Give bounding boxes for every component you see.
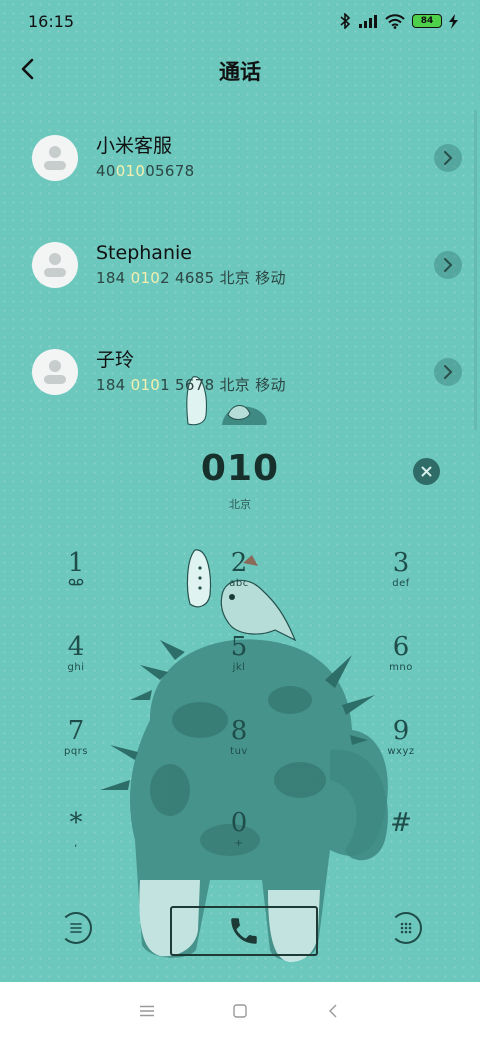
key-hash[interactable]: # <box>356 808 446 874</box>
number-match: 010 <box>130 375 161 394</box>
avatar <box>32 348 78 395</box>
key-letters: wxyz <box>387 746 415 757</box>
number-suffix: 1 5678 北京 移动 <box>160 375 286 394</box>
number-prefix: 184 <box>96 268 131 287</box>
key-digit: 1 <box>67 548 85 578</box>
home-square-icon <box>233 1004 247 1018</box>
menu-icon <box>70 923 82 933</box>
key-digit: 0 <box>230 808 248 838</box>
status-bar: 16:15 84 <box>0 0 480 42</box>
close-icon <box>421 466 432 477</box>
status-icons: 84 <box>339 13 458 29</box>
contact-detail-button[interactable] <box>434 144 462 172</box>
status-time: 16:15 <box>28 11 75 31</box>
key-digit: 7 <box>67 716 85 746</box>
key-letters: jkl <box>232 662 246 673</box>
key-digit: # <box>390 808 412 838</box>
person-icon <box>44 252 66 277</box>
chevron-right-icon <box>444 151 453 165</box>
key-digit: 6 <box>392 632 410 662</box>
menu-button[interactable] <box>60 912 92 944</box>
key-digit: 8 <box>230 716 248 746</box>
key-letters: def <box>392 578 410 589</box>
page-title: 通话 <box>219 60 261 84</box>
charging-icon <box>449 13 458 29</box>
key-digit: * <box>69 808 83 838</box>
person-icon <box>44 359 66 384</box>
navigation-bar <box>0 982 480 1040</box>
wifi-icon <box>385 13 405 29</box>
number-suffix: 2 4685 北京 移动 <box>160 268 286 287</box>
battery-icon: 84 <box>412 14 442 28</box>
person-icon <box>44 145 66 170</box>
number-location: 北京 <box>229 498 251 511</box>
key-digit: 3 <box>392 548 410 578</box>
key-9[interactable]: 9 wxyz <box>356 716 446 782</box>
number-prefix: 40 <box>96 161 116 180</box>
back-button[interactable] <box>12 54 42 84</box>
dialed-number: 010 <box>200 448 280 489</box>
key-letters: mno <box>389 662 413 673</box>
key-letters: + <box>234 838 244 849</box>
header: 通话 <box>0 44 480 98</box>
key-letters: ghi <box>67 662 85 673</box>
chevron-left-icon <box>21 58 34 80</box>
key-7[interactable]: 7 pqrs <box>31 716 121 782</box>
contact-name: Stephanie <box>96 241 192 264</box>
key-0[interactable]: 0 + <box>194 808 284 874</box>
key-2[interactable]: 2 abc <box>194 548 284 614</box>
contact-item[interactable]: Stephanie 184 0102 4685 北京 移动 <box>0 211 480 318</box>
contact-item[interactable]: 子玲 184 0101 5678 北京 移动 <box>0 318 480 425</box>
contact-number: 184 0102 4685 北京 移动 <box>96 266 286 290</box>
call-button[interactable] <box>170 906 318 956</box>
key-5[interactable]: 5 jkl <box>194 632 284 698</box>
contact-number: 184 0101 5678 北京 移动 <box>96 373 286 397</box>
number-match: 010 <box>130 268 161 287</box>
number-prefix: 184 <box>96 375 131 394</box>
bluetooth-icon <box>340 13 351 29</box>
back-triangle-icon <box>329 1004 337 1018</box>
avatar <box>32 134 78 181</box>
avatar <box>32 241 78 288</box>
nav-back-button[interactable] <box>318 996 348 1026</box>
key-4[interactable]: 4 ghi <box>31 632 121 698</box>
key-letters: , <box>74 838 78 849</box>
contact-detail-button[interactable] <box>434 251 462 279</box>
key-3[interactable]: 3 def <box>356 548 446 614</box>
signal-icon <box>359 15 377 28</box>
contact-list: 小米客服 4001005678 Stephanie 184 0102 4685 … <box>0 104 480 425</box>
nav-home-button[interactable] <box>225 996 255 1026</box>
chevron-right-icon <box>444 365 453 379</box>
key-6[interactable]: 6 mno <box>356 632 446 698</box>
number-match: 010 <box>115 161 146 180</box>
phone-icon <box>231 918 257 944</box>
contact-name: 子玲 <box>96 348 135 371</box>
key-star[interactable]: * , <box>31 808 121 874</box>
hamburger-icon <box>139 1005 154 1017</box>
key-digit: 4 <box>67 632 85 662</box>
nav-menu-button[interactable] <box>132 996 162 1026</box>
voicemail-icon <box>68 578 84 586</box>
key-digit: 9 <box>392 716 410 746</box>
key-letters: abc <box>229 578 249 589</box>
contact-name: 小米客服 <box>96 134 173 157</box>
dialpad-toggle-button[interactable] <box>390 912 422 944</box>
dialpad-icon <box>400 922 412 934</box>
number-suffix: 05678 <box>145 161 195 180</box>
contact-number: 4001005678 <box>96 159 194 183</box>
battery-level: 84 <box>420 15 434 26</box>
contact-detail-button[interactable] <box>434 358 462 386</box>
delete-button[interactable] <box>413 458 440 485</box>
chevron-right-icon <box>444 258 453 272</box>
key-letters: tuv <box>230 746 248 757</box>
key-8[interactable]: 8 tuv <box>194 716 284 782</box>
key-letters: pqrs <box>63 746 89 757</box>
key-digit: 5 <box>230 632 248 662</box>
key-digit: 2 <box>230 548 248 578</box>
contact-item[interactable]: 小米客服 4001005678 <box>0 104 480 211</box>
key-1[interactable]: 1 <box>31 548 121 614</box>
